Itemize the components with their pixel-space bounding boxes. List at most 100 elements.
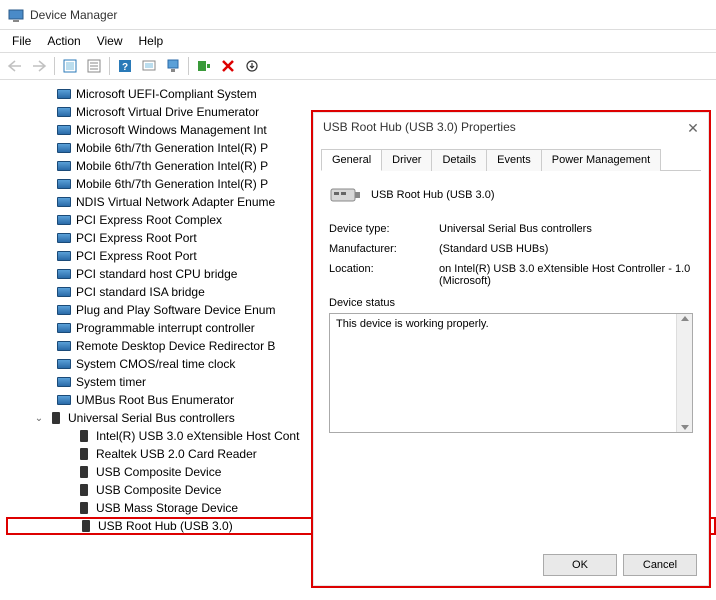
- location-label: Location:: [329, 263, 439, 287]
- device-type-value: Universal Serial Bus controllers: [439, 223, 693, 235]
- tree-item-label: NDIS Virtual Network Adapter Enume: [76, 195, 275, 209]
- tree-item-label: Microsoft UEFI-Compliant System: [76, 87, 257, 101]
- menu-help[interactable]: Help: [131, 32, 172, 50]
- show-hidden-button[interactable]: [59, 55, 81, 77]
- tree-item-label: Realtek USB 2.0 Card Reader: [96, 447, 257, 461]
- usb-device-icon: [76, 484, 92, 496]
- device-icon: [56, 250, 72, 262]
- back-button[interactable]: [4, 55, 26, 77]
- device-icon: [56, 304, 72, 316]
- properties-button[interactable]: [83, 55, 105, 77]
- toolbar-separator: [54, 57, 55, 75]
- device-icon: [56, 178, 72, 190]
- device-status-text: This device is working properly.: [336, 318, 489, 330]
- device-icon: [56, 196, 72, 208]
- usb-controller-icon: [48, 412, 64, 424]
- tree-category-label: Universal Serial Bus controllers: [68, 411, 235, 425]
- tabstrip: General Driver Details Events Power Mana…: [321, 148, 701, 171]
- tree-item-label: Mobile 6th/7th Generation Intel(R) P: [76, 177, 268, 191]
- scrollbar[interactable]: [676, 314, 692, 432]
- device-icon: [56, 286, 72, 298]
- usb-device-icon: [76, 502, 92, 514]
- menu-file[interactable]: File: [4, 32, 39, 50]
- usb-device-icon: [76, 448, 92, 460]
- device-status-box[interactable]: This device is working properly.: [329, 313, 693, 433]
- tree-item-label: Programmable interrupt controller: [76, 321, 255, 335]
- device-icon: [56, 106, 72, 118]
- device-icon: [56, 214, 72, 226]
- usb-device-icon: [76, 466, 92, 478]
- device-icon: [56, 340, 72, 352]
- device-icon: [56, 358, 72, 370]
- device-type-label: Device type:: [329, 223, 439, 235]
- tree-item-label: PCI standard host CPU bridge: [76, 267, 237, 281]
- tree-item-label: PCI Express Root Port: [76, 249, 197, 263]
- tree-item-label: Intel(R) USB 3.0 eXtensible Host Cont: [96, 429, 299, 443]
- tree-item-label: USB Composite Device: [96, 483, 221, 497]
- tree-item-label: USB Composite Device: [96, 465, 221, 479]
- toolbar: ?: [0, 52, 716, 80]
- usb-device-icon: [76, 430, 92, 442]
- tree-item-label: Remote Desktop Device Redirector B: [76, 339, 275, 353]
- menubar: File Action View Help: [0, 30, 716, 52]
- menu-view[interactable]: View: [89, 32, 131, 50]
- tab-general[interactable]: General: [321, 149, 382, 171]
- properties-dialog: USB Root Hub (USB 3.0) Properties ✕ Gene…: [311, 110, 711, 588]
- tree-item-label: PCI Express Root Complex: [76, 213, 222, 227]
- tab-details[interactable]: Details: [431, 149, 487, 171]
- device-name: USB Root Hub (USB 3.0): [371, 189, 495, 201]
- toolbar-separator: [188, 57, 189, 75]
- usb-device-icon: [78, 520, 94, 532]
- device-icon: [56, 142, 72, 154]
- enable-button[interactable]: [193, 55, 215, 77]
- app-icon: [8, 7, 24, 23]
- usb-hub-icon: [329, 183, 361, 207]
- tab-power-management[interactable]: Power Management: [541, 149, 661, 171]
- dialog-body: USB Root Hub (USB 3.0) Device type: Univ…: [313, 171, 709, 445]
- tree-item-label: USB Mass Storage Device: [96, 501, 238, 515]
- device-icon: [56, 322, 72, 334]
- device-icon: [56, 88, 72, 100]
- device-icon: [56, 160, 72, 172]
- tab-driver[interactable]: Driver: [381, 149, 432, 171]
- scan-button[interactable]: [138, 55, 160, 77]
- tree-item-label: Microsoft Virtual Drive Enumerator: [76, 105, 259, 119]
- window-title: Device Manager: [30, 8, 117, 22]
- update-button[interactable]: [241, 55, 263, 77]
- collapse-icon[interactable]: ⌄: [32, 413, 46, 424]
- manufacturer-value: (Standard USB HUBs): [439, 243, 693, 255]
- device-icon: [56, 268, 72, 280]
- menu-action[interactable]: Action: [39, 32, 88, 50]
- toolbar-separator: [109, 57, 110, 75]
- tree-item-label: PCI Express Root Port: [76, 231, 197, 245]
- svg-text:?: ?: [122, 62, 128, 73]
- cancel-button[interactable]: Cancel: [623, 554, 697, 576]
- tree-item-label: USB Root Hub (USB 3.0): [98, 519, 233, 533]
- tree-item-label: System timer: [76, 375, 146, 389]
- tree-item-label: Plug and Play Software Device Enum: [76, 303, 275, 317]
- location-value: on Intel(R) USB 3.0 eXtensible Host Cont…: [439, 263, 693, 287]
- device-icon: [56, 376, 72, 388]
- dialog-titlebar[interactable]: USB Root Hub (USB 3.0) Properties ✕: [313, 112, 709, 142]
- device-status-label: Device status: [329, 297, 693, 309]
- tree-item-label: UMBus Root Bus Enumerator: [76, 393, 234, 407]
- help-button[interactable]: ?: [114, 55, 136, 77]
- tree-item-label: System CMOS/real time clock: [76, 357, 235, 371]
- tree-item-label: PCI standard ISA bridge: [76, 285, 205, 299]
- device-icon: [56, 124, 72, 136]
- device-button[interactable]: [162, 55, 184, 77]
- device-icon: [56, 394, 72, 406]
- tree-item-label: Microsoft Windows Management Int: [76, 123, 267, 137]
- tree-item-label: Mobile 6th/7th Generation Intel(R) P: [76, 141, 268, 155]
- tree-item[interactable]: Microsoft UEFI-Compliant System: [6, 85, 716, 103]
- close-button[interactable]: ✕: [683, 118, 703, 138]
- tab-events[interactable]: Events: [486, 149, 542, 171]
- device-icon: [56, 232, 72, 244]
- manufacturer-label: Manufacturer:: [329, 243, 439, 255]
- tree-item-label: Mobile 6th/7th Generation Intel(R) P: [76, 159, 268, 173]
- titlebar: Device Manager: [0, 0, 716, 30]
- forward-button[interactable]: [28, 55, 50, 77]
- uninstall-button[interactable]: [217, 55, 239, 77]
- ok-button[interactable]: OK: [543, 554, 617, 576]
- dialog-title: USB Root Hub (USB 3.0) Properties: [323, 120, 516, 134]
